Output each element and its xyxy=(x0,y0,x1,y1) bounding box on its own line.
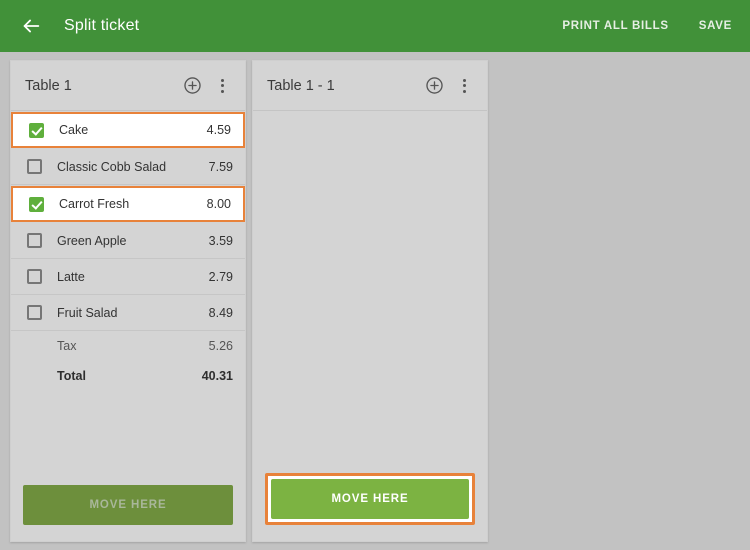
total-row: Total 40.31 xyxy=(11,361,245,391)
checkbox-checked-icon[interactable] xyxy=(28,196,44,212)
item-price: 7.59 xyxy=(208,159,233,174)
arrow-left-icon xyxy=(20,15,42,37)
more-vertical-icon xyxy=(462,78,466,93)
move-here-wrapper: MOVE HERE xyxy=(23,485,233,525)
table-row[interactable]: Fruit Salad 8.49 xyxy=(11,295,245,331)
item-checkbox-cell[interactable] xyxy=(11,269,57,284)
table-row[interactable]: Latte 2.79 xyxy=(11,259,245,295)
item-name: Green Apple xyxy=(57,233,127,248)
print-all-bills-button[interactable]: PRINT ALL BILLS xyxy=(562,20,668,32)
item-checkbox-cell[interactable] xyxy=(13,122,59,138)
panel-footer: MOVE HERE xyxy=(253,463,487,541)
panel-title: Table 1 xyxy=(25,77,72,94)
item-name: Fruit Salad xyxy=(57,305,118,320)
ticket-item-list-empty xyxy=(253,111,487,463)
total-label: Total xyxy=(57,369,86,383)
move-here-wrapper-highlighted: MOVE HERE xyxy=(265,473,475,525)
add-ticket-button[interactable] xyxy=(419,71,449,101)
panel-header: Table 1 xyxy=(11,61,245,111)
total-value: 40.31 xyxy=(201,369,233,383)
item-name: Carrot Fresh xyxy=(59,197,130,211)
page-title: Split ticket xyxy=(64,17,140,34)
checkbox-checked-icon[interactable] xyxy=(28,122,44,138)
save-button[interactable]: SAVE xyxy=(699,20,732,32)
tax-row: Tax 5.26 xyxy=(11,331,245,361)
panel-title: Table 1 - 1 xyxy=(267,77,335,94)
checkbox-unchecked-icon[interactable] xyxy=(26,233,42,248)
table-row[interactable]: Cake 4.59 xyxy=(11,112,245,148)
tax-value: 5.26 xyxy=(208,339,233,353)
item-checkbox-cell[interactable] xyxy=(13,196,59,212)
item-name: Latte xyxy=(57,269,85,284)
checkbox-unchecked-icon[interactable] xyxy=(26,159,42,174)
item-price: 8.00 xyxy=(206,197,231,211)
panel-footer: MOVE HERE xyxy=(11,475,245,541)
ticket-panel-source: Table 1 Cake 4.59 Classic Cobb Salad 7.5… xyxy=(10,60,246,542)
app-bar: Split ticket PRINT ALL BILLS SAVE xyxy=(0,0,750,52)
item-checkbox-cell[interactable] xyxy=(11,305,57,320)
table-row[interactable]: Classic Cobb Salad 7.59 xyxy=(11,149,245,185)
item-price: 3.59 xyxy=(208,233,233,248)
item-price: 8.49 xyxy=(208,305,233,320)
checkbox-unchecked-icon[interactable] xyxy=(26,305,42,320)
table-row[interactable]: Carrot Fresh 8.00 xyxy=(11,186,245,222)
tax-label: Tax xyxy=(57,339,77,353)
panel-header: Table 1 - 1 xyxy=(253,61,487,111)
panel-overflow-menu-button[interactable] xyxy=(449,71,479,101)
item-price: 2.79 xyxy=(208,269,233,284)
add-ticket-button[interactable] xyxy=(177,71,207,101)
ticket-panel-target: Table 1 - 1 MOVE HERE xyxy=(252,60,488,542)
split-ticket-workspace: Table 1 Cake 4.59 Classic Cobb Salad 7.5… xyxy=(0,52,750,550)
ticket-item-list: Cake 4.59 Classic Cobb Salad 7.59 Carrot… xyxy=(11,111,245,475)
checkbox-unchecked-icon[interactable] xyxy=(26,269,42,284)
move-here-button[interactable]: MOVE HERE xyxy=(23,485,233,525)
move-here-button[interactable]: MOVE HERE xyxy=(271,479,469,519)
item-price: 4.59 xyxy=(206,123,231,137)
back-button[interactable] xyxy=(14,9,48,43)
more-vertical-icon xyxy=(220,78,224,93)
item-checkbox-cell[interactable] xyxy=(11,233,57,248)
plus-circle-icon xyxy=(183,76,202,95)
item-name: Classic Cobb Salad xyxy=(57,159,167,174)
item-name: Cake xyxy=(59,123,89,137)
panel-overflow-menu-button[interactable] xyxy=(207,71,237,101)
plus-circle-icon xyxy=(425,76,444,95)
item-checkbox-cell[interactable] xyxy=(11,159,57,174)
table-row[interactable]: Green Apple 3.59 xyxy=(11,223,245,259)
